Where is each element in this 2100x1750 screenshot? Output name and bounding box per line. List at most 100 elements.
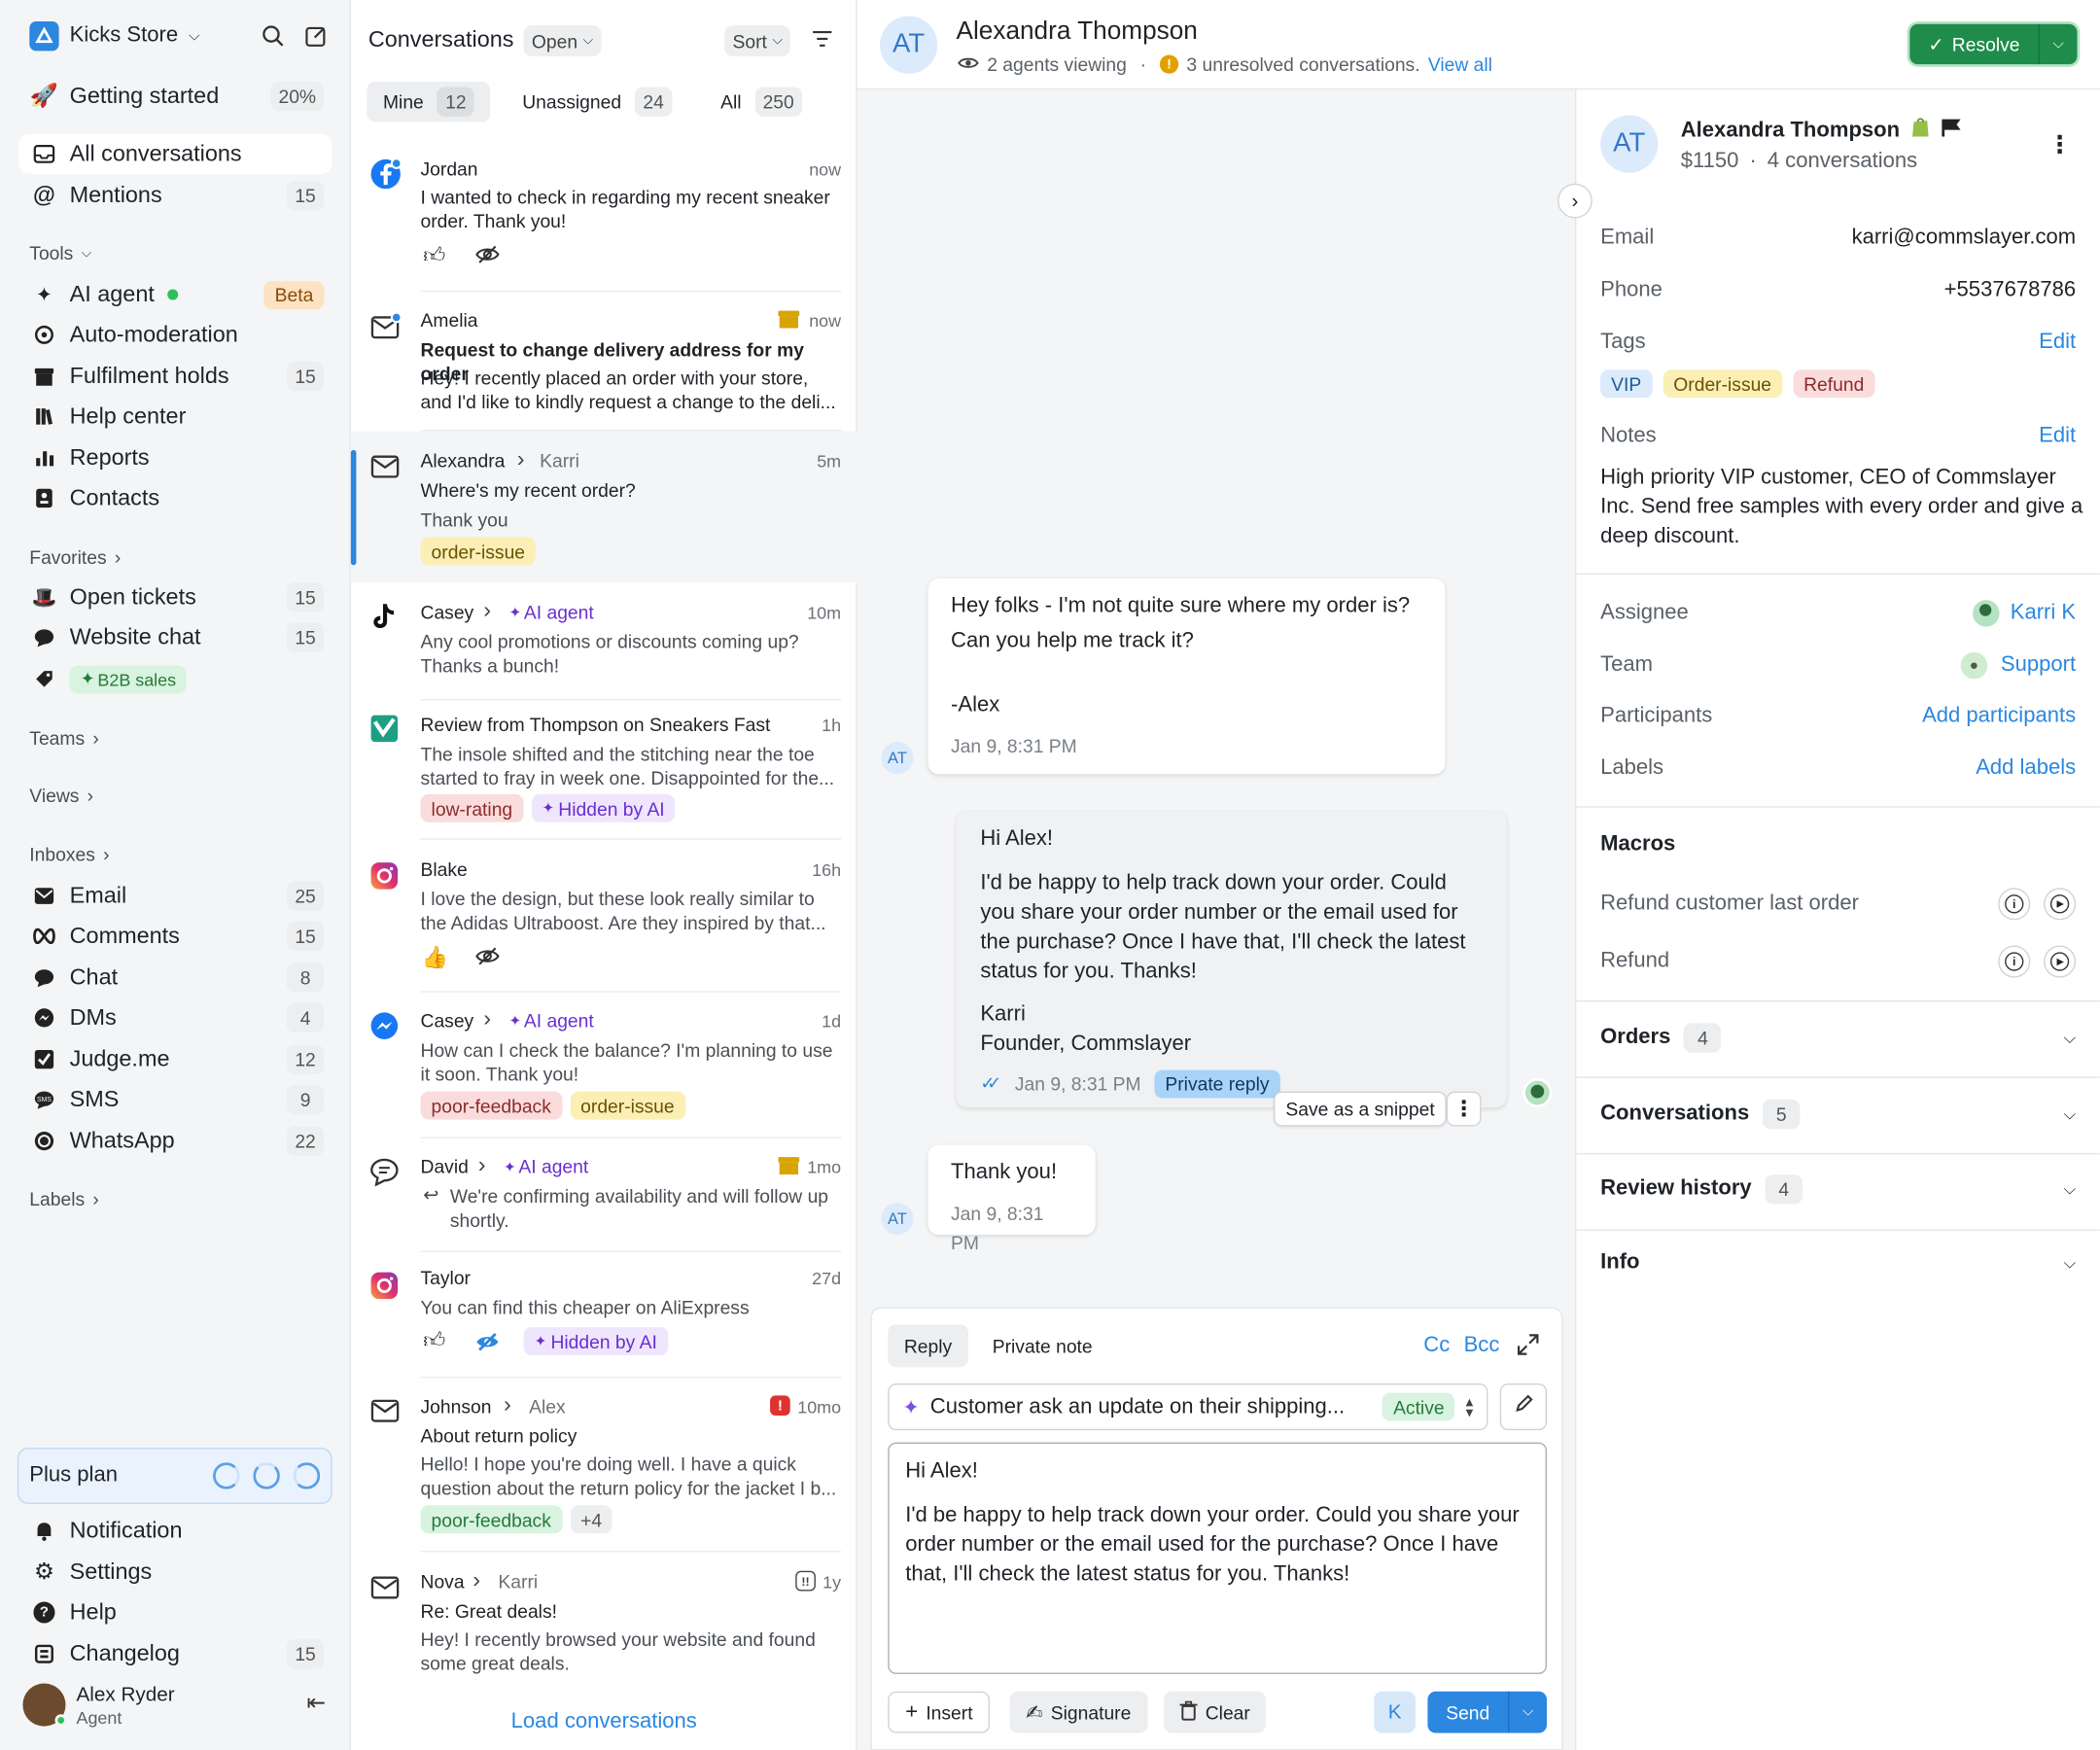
hidden-active-icon[interactable] bbox=[475, 1331, 500, 1359]
tools-section-header[interactable]: Tools ⌵ bbox=[29, 242, 91, 263]
nav-all-conversations[interactable]: All conversations bbox=[18, 133, 332, 175]
favorites-section-header[interactable]: Favorites › bbox=[29, 546, 121, 568]
nav-settings[interactable]: ⚙ Settings bbox=[18, 1553, 332, 1592]
edit-intent-button[interactable] bbox=[1499, 1382, 1548, 1431]
macro-row[interactable]: Refund i ▶ bbox=[1600, 945, 2077, 978]
conversation-item[interactable]: Taylor 27d You can find this cheaper on … bbox=[351, 1252, 858, 1379]
inboxes-section-header[interactable]: Inboxes › bbox=[29, 844, 109, 865]
collapse-sidebar-icon[interactable]: ⇤ bbox=[306, 1690, 326, 1717]
nav-fulfilment-holds[interactable]: Fulfilment holds 15 bbox=[18, 356, 332, 396]
views-section-header[interactable]: Views › bbox=[29, 785, 93, 806]
more-options-icon[interactable]: ⋮ bbox=[2048, 131, 2072, 159]
signature-button[interactable]: ✍︎ Signature bbox=[1009, 1691, 1147, 1733]
assignee-value[interactable]: Karri K bbox=[1973, 600, 2076, 627]
insert-button[interactable]: + Insert bbox=[888, 1691, 991, 1733]
nav-inbox-comments[interactable]: Comments 15 bbox=[18, 916, 332, 956]
compose-icon[interactable] bbox=[301, 21, 331, 51]
search-icon[interactable] bbox=[259, 21, 288, 51]
macro-row[interactable]: Refund customer last order i ▶ bbox=[1600, 888, 2077, 921]
conversation-item[interactable]: Casey › ✦ AI agent 1d How can I check the… bbox=[351, 993, 858, 1138]
run-macro-icon[interactable]: ▶ bbox=[2044, 888, 2077, 921]
nav-reports[interactable]: Reports bbox=[18, 438, 332, 477]
nav-changelog[interactable]: Changelog 15 bbox=[18, 1634, 332, 1674]
load-conversations-link[interactable]: Load conversations bbox=[351, 1710, 858, 1734]
hide-icon[interactable] bbox=[475, 244, 500, 272]
conversation-item[interactable]: Review from Thompson on Sneakers Fast 1h… bbox=[351, 700, 858, 840]
section-conversations[interactable]: Conversations 5 ⌵ bbox=[1600, 1099, 2076, 1130]
store-switcher[interactable]: Kicks Store ⌵ bbox=[29, 21, 200, 52]
nav-website-chat[interactable]: Website chat 15 bbox=[18, 617, 332, 657]
resolve-options-chevron-icon[interactable]: ⌵ bbox=[2040, 36, 2078, 53]
tab-all[interactable]: All 250 bbox=[720, 82, 803, 122]
conversation-item[interactable]: Casey › ✦ AI agent 10m Any cool promotion… bbox=[351, 582, 858, 701]
filter-icon[interactable] bbox=[812, 29, 833, 48]
section-info[interactable]: Info ⌵ bbox=[1600, 1251, 2076, 1276]
nav-ai-agent[interactable]: ✦ AI agent Beta bbox=[18, 274, 332, 314]
cc-button[interactable]: Cc bbox=[1423, 1334, 1450, 1358]
conversation-item[interactable]: Blake 16h I love the design, but these l… bbox=[351, 840, 858, 993]
avatar[interactable] bbox=[22, 1683, 67, 1727]
plan-card[interactable]: Plus plan bbox=[17, 1448, 332, 1504]
teams-section-header[interactable]: Teams › bbox=[29, 727, 99, 749]
toggle-details-panel-icon[interactable]: › bbox=[1558, 183, 1592, 219]
thumbs-up-icon[interactable]: 👍︎ bbox=[423, 244, 445, 269]
nav-help[interactable]: ? Help bbox=[18, 1592, 332, 1632]
status-dropdown[interactable]: Open ⌵ bbox=[523, 25, 602, 56]
nav-inbox-chat[interactable]: Chat 8 bbox=[18, 958, 332, 998]
email-value[interactable]: karri@commslayer.com bbox=[1852, 227, 2077, 251]
thumbs-up-icon[interactable]: 👍︎ bbox=[423, 1328, 445, 1353]
conversation-item-selected[interactable]: Alexandra › Karri 5m Where's my recent o… bbox=[350, 431, 858, 583]
tab-mine[interactable]: Mine 12 bbox=[367, 82, 491, 122]
view-all-link[interactable]: View all bbox=[1428, 53, 1492, 75]
bcc-button[interactable]: Bcc bbox=[1464, 1334, 1500, 1358]
reply-textarea[interactable]: Hi Alex! I'd be happy to help track down… bbox=[888, 1442, 1548, 1674]
sort-dropdown[interactable]: Sort ⌵ bbox=[724, 25, 791, 56]
add-participants-link[interactable]: Add participants bbox=[1922, 705, 2076, 729]
tab-private-note[interactable]: Private note bbox=[993, 1324, 1093, 1367]
nav-notification[interactable]: Notification bbox=[18, 1511, 332, 1551]
nav-help-center[interactable]: Help center bbox=[18, 397, 332, 437]
nav-contacts[interactable]: Contacts bbox=[18, 478, 332, 518]
tab-reply[interactable]: Reply bbox=[888, 1324, 968, 1368]
save-as-snippet-button[interactable]: Save as a snippet bbox=[1274, 1091, 1448, 1127]
phone-value[interactable]: +5537678786 bbox=[1944, 279, 2076, 303]
section-review-history[interactable]: Review history 4 ⌵ bbox=[1600, 1174, 2076, 1205]
hide-icon[interactable] bbox=[475, 946, 500, 974]
send-options-chevron-icon[interactable]: ⌵ bbox=[1509, 1703, 1547, 1721]
info-icon[interactable]: i bbox=[1998, 945, 2031, 978]
nav-inbox-dms[interactable]: DMs 4 bbox=[18, 998, 332, 1037]
nav-b2b-sales[interactable]: ✦ B2B sales bbox=[18, 659, 332, 699]
edit-notes-link[interactable]: Edit bbox=[2039, 425, 2076, 449]
nav-open-tickets[interactable]: 🎩 Open tickets 15 bbox=[18, 578, 332, 617]
info-icon[interactable]: i bbox=[1998, 888, 2031, 921]
nav-inbox-sms[interactable]: SMS SMS 9 bbox=[18, 1079, 332, 1119]
tab-unassigned[interactable]: Unassigned 24 bbox=[522, 82, 673, 122]
nav-auto-moderation[interactable]: Auto-moderation bbox=[18, 315, 332, 355]
team-value[interactable]: ● Support bbox=[1960, 651, 2076, 680]
conversation-item[interactable]: Nova › Karri !! 1y Re: Great deals! Hey!… bbox=[351, 1553, 858, 1692]
conversation-item[interactable]: Amelia now Request to change delivery ad… bbox=[351, 292, 858, 432]
section-orders[interactable]: Orders 4 ⌵ bbox=[1600, 1023, 2076, 1053]
edit-tags-link[interactable]: Edit bbox=[2039, 331, 2076, 355]
more-options-icon[interactable]: ⋮ bbox=[1446, 1091, 1482, 1127]
nav-getting-started[interactable]: 🚀 Getting started 20% bbox=[18, 77, 332, 117]
conversation-item[interactable]: David › ✦ AI agent 1mo ↩ We're confirming… bbox=[351, 1138, 858, 1252]
ai-intent-selector[interactable]: ✦ Customer ask an update on their shippi… bbox=[888, 1382, 1488, 1431]
send-as-agent-avatar[interactable]: K bbox=[1374, 1691, 1417, 1733]
nav-inbox-whatsapp[interactable]: WhatsApp 22 bbox=[18, 1121, 332, 1161]
run-macro-icon[interactable]: ▶ bbox=[2044, 945, 2077, 978]
nav-mentions[interactable]: @ Mentions 15 bbox=[18, 175, 332, 215]
expand-icon[interactable] bbox=[1516, 1333, 1540, 1364]
more-tags-badge[interactable]: +4 bbox=[570, 1505, 613, 1534]
conversation-item[interactable]: Johnson › Alex ! 10mo About return polic… bbox=[351, 1378, 858, 1553]
customer-avatar[interactable]: AT bbox=[880, 16, 938, 74]
conversation-item[interactable]: Jordan now I wanted to check in regardin… bbox=[351, 145, 858, 293]
clear-button[interactable]: Clear bbox=[1164, 1691, 1267, 1733]
add-labels-link[interactable]: Add labels bbox=[1976, 756, 2076, 781]
thumbs-up-active-icon[interactable]: 👍 bbox=[422, 944, 448, 971]
nav-inbox-judgeme[interactable]: Judge.me 12 bbox=[18, 1039, 332, 1079]
labels-section-header[interactable]: Labels › bbox=[29, 1188, 99, 1209]
resolve-button[interactable]: ✓ Resolve bbox=[1909, 33, 2038, 55]
send-button[interactable]: Send bbox=[1427, 1701, 1508, 1723]
nav-inbox-email[interactable]: Email 25 bbox=[18, 876, 332, 916]
